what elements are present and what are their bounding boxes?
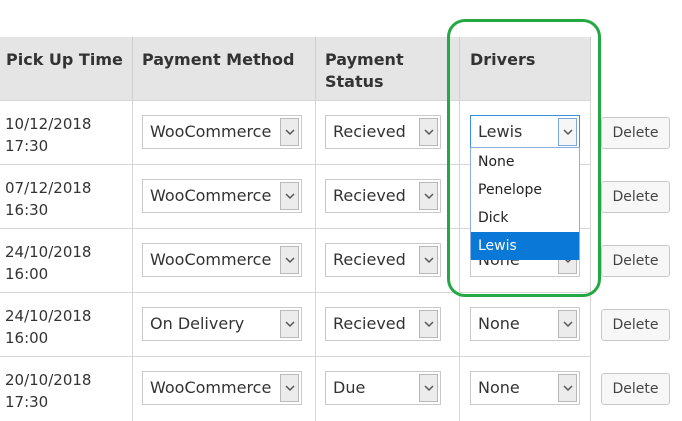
chevron-down-icon — [280, 118, 299, 146]
chevron-down-icon — [419, 246, 438, 274]
delete-button[interactable]: Delete — [601, 117, 670, 149]
header-pickup-time: Pick Up Time — [0, 37, 133, 100]
chevron-down-icon — [558, 310, 577, 338]
payment-status-select[interactable]: Recieved — [325, 307, 441, 341]
chevron-down-icon — [419, 118, 438, 146]
payment-status-select[interactable]: Recieved — [325, 243, 441, 277]
payment-method-select[interactable]: WooCommerce — [142, 243, 302, 277]
pickup-time-cell: 24/10/2018 16:00 — [0, 229, 133, 293]
chevron-down-icon — [558, 374, 577, 402]
header-payment-method: Payment Method — [133, 37, 316, 100]
payment-status-select[interactable]: Due — [325, 371, 441, 405]
chevron-down-icon — [419, 310, 438, 338]
chevron-down-icon — [419, 182, 438, 210]
payment-method-select[interactable]: WooCommerce — [142, 371, 302, 405]
payment-method-select[interactable]: On Delivery — [142, 307, 302, 341]
chevron-down-icon — [280, 246, 299, 274]
pickup-time-cell: 07/12/2018 16:30 — [0, 165, 133, 229]
payment-status-select[interactable]: Recieved — [325, 115, 441, 149]
table-row: 20/10/2018 17:30 WooCommerce Due None Del… — [0, 356, 670, 421]
delete-button[interactable]: Delete — [601, 309, 670, 341]
delete-button[interactable]: Delete — [601, 245, 670, 277]
pickup-time-cell: 20/10/2018 17:30 — [0, 357, 133, 421]
chevron-down-icon — [280, 182, 299, 210]
table-row: 24/10/2018 16:00 On Delivery Recieved Non… — [0, 292, 670, 357]
pickup-time-cell: 10/12/2018 17:30 — [0, 101, 133, 165]
drivers-column-highlight — [447, 19, 601, 297]
driver-select[interactable]: None — [470, 307, 580, 341]
header-payment-status: Payment Status — [316, 37, 460, 100]
chevron-down-icon — [280, 374, 299, 402]
chevron-down-icon — [280, 310, 299, 338]
delete-button[interactable]: Delete — [601, 373, 670, 405]
pickup-time-cell: 24/10/2018 16:00 — [0, 293, 133, 357]
payment-method-select[interactable]: WooCommerce — [142, 179, 302, 213]
payment-method-select[interactable]: WooCommerce — [142, 115, 302, 149]
driver-select[interactable]: None — [470, 371, 580, 405]
delete-button[interactable]: Delete — [601, 181, 670, 213]
payment-status-select[interactable]: Recieved — [325, 179, 441, 213]
chevron-down-icon — [419, 374, 438, 402]
